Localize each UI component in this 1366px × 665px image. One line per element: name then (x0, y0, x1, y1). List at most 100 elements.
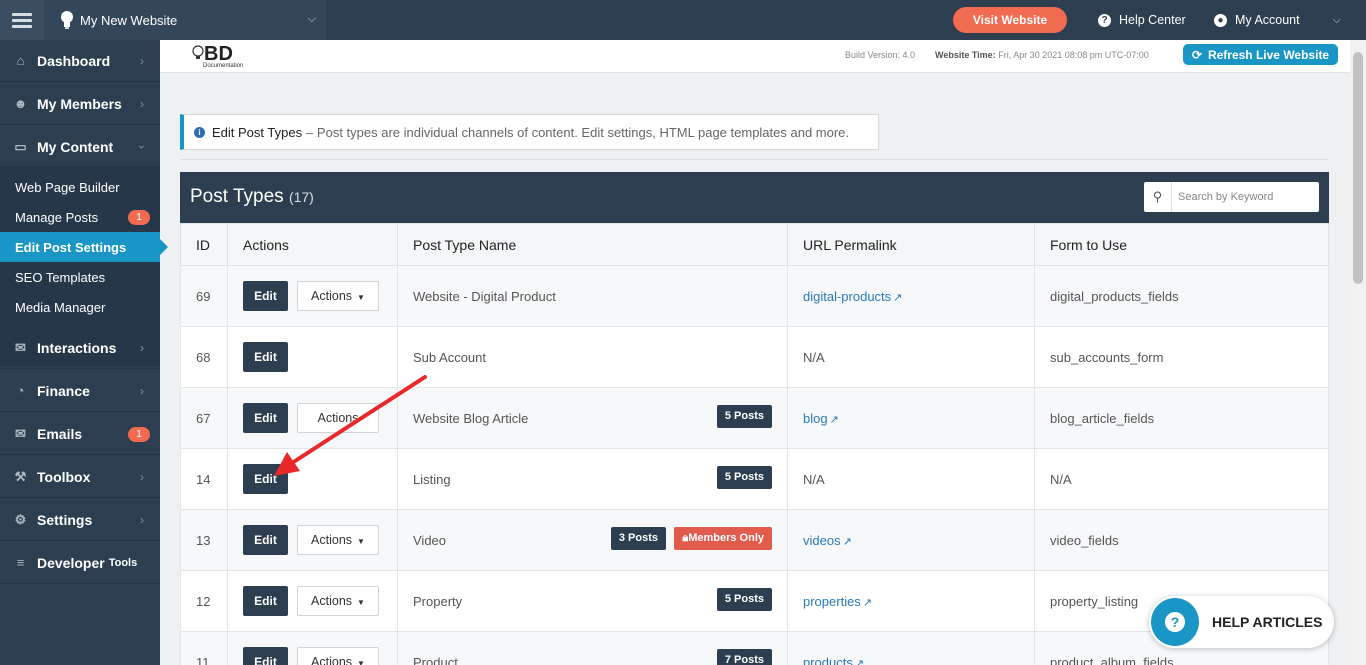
sidebar-item-interactions[interactable]: ✉ Interactions › (0, 327, 160, 369)
actions-dropdown-button[interactable]: Actions ▼ (297, 525, 379, 555)
actions-label: Actions (311, 289, 353, 303)
bd-logo[interactable]: BD Documentation (188, 43, 304, 71)
submenu-item-manage-posts[interactable]: Manage Posts 1 (0, 202, 160, 232)
help-articles-widget[interactable]: ? HELP ARTICLES (1149, 596, 1334, 648)
row-actions-cell: Edit Actions ▼ (227, 265, 398, 327)
sidebar-item-my-members[interactable]: ☻ My Members › (0, 83, 160, 125)
row-id: 12 (180, 570, 228, 632)
edit-button[interactable]: Edit (243, 403, 288, 433)
user-circle-icon: ● (1214, 13, 1227, 27)
submenu-item-web-page-builder[interactable]: Web Page Builder (0, 172, 160, 202)
edit-button[interactable]: Edit (243, 647, 288, 665)
posts-count-badge[interactable]: 5 Posts (716, 466, 772, 489)
caret-down-icon: ▼ (357, 659, 365, 665)
my-account-menu[interactable]: ● My Account ⌵ (1214, 0, 1341, 40)
search-input[interactable] (1172, 183, 1312, 211)
table-row: 69 Edit Actions ▼ Website - Digital Produc… (180, 265, 1329, 327)
post-type-name: Property (413, 593, 463, 609)
chevron-right-icon: › (140, 512, 144, 527)
permalink-link[interactable]: digital-products ↗ (803, 289, 902, 304)
post-type-name: Sub Account (413, 349, 486, 365)
actions-dropdown-button[interactable]: Actions ▼ (297, 586, 379, 616)
edit-button[interactable]: Edit (243, 586, 288, 616)
edit-button[interactable]: Edit (243, 281, 288, 311)
hamburger-menu-button[interactable] (0, 0, 44, 40)
column-header-url-permalink: URL Permalink (787, 223, 1035, 266)
chevron-right-icon: › (140, 383, 144, 398)
chevron-down-icon: ⌵ (1332, 13, 1341, 26)
permalink-text: videos (803, 532, 841, 548)
sidebar-item-my-content[interactable]: ▭ My Content › (0, 126, 160, 168)
submenu-item-media-manager[interactable]: Media Manager (0, 292, 160, 322)
row-actions-cell: Edit Actions ▼ (227, 509, 398, 571)
permalink-link[interactable]: blog ↗ (803, 411, 839, 426)
permalink-text: products (803, 654, 853, 665)
row-id: 69 (180, 265, 228, 327)
chevron-right-icon: › (140, 340, 144, 355)
edit-button[interactable]: Edit (243, 525, 288, 555)
row-actions-cell: Edit Actions ▼ (227, 631, 398, 665)
actions-dropdown-button[interactable]: Actions (297, 403, 379, 433)
envelope-icon: ✉ (15, 425, 26, 441)
external-link-icon: ↗ (829, 413, 839, 426)
sidebar-item-label: Emails (37, 425, 83, 442)
post-type-name: Listing (413, 471, 451, 487)
sidebar-item-toolbox[interactable]: ⚒ Toolbox › (0, 456, 160, 498)
table-row: 67 Edit Actions Website Blog Article 5 Po… (180, 387, 1329, 449)
info-text: – Post types are individual channels of … (306, 124, 850, 140)
caret-down-icon: ▼ (357, 598, 365, 607)
post-type-name: Product (413, 654, 458, 665)
row-id: 14 (180, 448, 228, 510)
chevron-right-icon: › (140, 96, 144, 111)
members-only-label: Members Only (688, 532, 764, 544)
permalink-link[interactable]: properties ↗ (803, 594, 872, 609)
actions-dropdown-button[interactable]: Actions ▼ (297, 647, 379, 665)
website-selector[interactable]: My New Website ⌵ (44, 0, 326, 40)
sidebar-item-label: My Members (37, 95, 122, 112)
website-time-value: Fri, Apr 30 2021 08:08 pm UTC-07:00 (998, 50, 1149, 60)
row-actions-cell: Edit (227, 326, 398, 388)
posts-count-badge[interactable]: 5 Posts (716, 588, 772, 611)
table-header-row: ID Actions Post Type Name URL Permalink … (180, 223, 1329, 266)
visit-website-button[interactable]: Visit Website (953, 7, 1067, 33)
permalink-link[interactable]: videos ↗ (803, 533, 852, 548)
sidebar-item-emails[interactable]: ✉ Emails 1 (0, 413, 160, 455)
row-actions-cell: Edit (227, 448, 398, 510)
sidebar-item-developer-tools[interactable]: ≡ Developer Tools (0, 542, 160, 584)
actions-dropdown-button[interactable]: Actions ▼ (297, 281, 379, 311)
row-id: 68 (180, 326, 228, 388)
posts-count-badge[interactable]: 3 Posts (610, 527, 666, 550)
divider (180, 159, 1329, 160)
sidebar-item-finance[interactable]: ◔ Finance › (0, 370, 160, 412)
row-url: N/A (787, 448, 1035, 510)
main-header: BD Documentation Build Version: 4.0 Webs… (160, 40, 1350, 73)
row-name: Website - Digital Product (397, 265, 788, 327)
edit-button[interactable]: Edit (243, 464, 288, 494)
actions-label: Actions (311, 655, 353, 665)
actions-label: Actions (311, 594, 353, 608)
help-center-link[interactable]: ? Help Center (1098, 0, 1186, 40)
row-name: Video 3 Posts 🔒︎Members Only (397, 509, 788, 571)
posts-count-badge[interactable]: 5 Posts (716, 405, 772, 428)
permalink-link[interactable]: products ↗ (803, 655, 864, 665)
lightbulb-icon (192, 45, 204, 59)
caret-down-icon: ▼ (357, 537, 365, 546)
website-name: My New Website (80, 12, 178, 28)
scrollbar-thumb[interactable] (1353, 52, 1363, 284)
top-bar: My New Website ⌵ Visit Website ? Help Ce… (0, 0, 1366, 40)
row-url: properties ↗ (787, 570, 1035, 632)
submenu-item-seo-templates[interactable]: SEO Templates (0, 262, 160, 292)
submenu-item-edit-post-settings[interactable]: Edit Post Settings (0, 232, 168, 262)
sidebar-item-settings[interactable]: ⚙ Settings › (0, 499, 160, 541)
refresh-live-website-button[interactable]: ⟳ Refresh Live Website (1183, 44, 1338, 65)
sidebar-item-dashboard[interactable]: ⌂ Dashboard › (0, 40, 160, 82)
submenu-item-label: SEO Templates (15, 269, 106, 285)
post-types-table: ID Actions Post Type Name URL Permalink … (180, 223, 1329, 665)
sidebar-item-label: My Content (37, 138, 114, 155)
row-actions-cell: Edit Actions ▼ (227, 570, 398, 632)
edit-button[interactable]: Edit (243, 342, 288, 372)
sidebar-item-label: Finance (37, 382, 90, 399)
posts-count-badge[interactable]: 7 Posts (716, 649, 772, 665)
my-account-label: My Account (1235, 13, 1300, 27)
sidebar-item-suffix: Tools (108, 556, 138, 569)
